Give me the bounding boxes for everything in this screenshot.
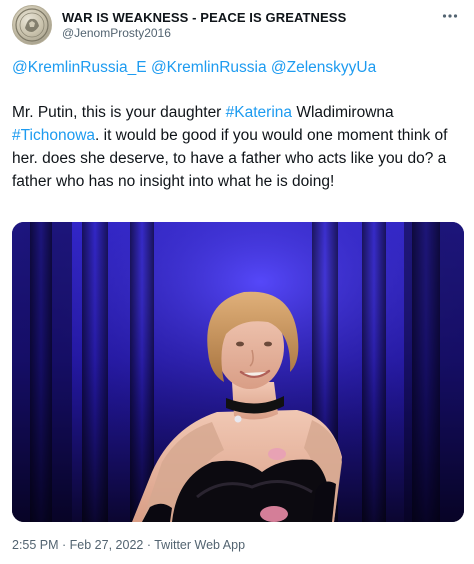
tweet-text: Mr. Putin, this is your daughter #Kateri… bbox=[12, 101, 464, 193]
author-handle[interactable]: @JenomProsty2016 bbox=[62, 26, 346, 41]
tweet-text-part: Wladimirowna bbox=[292, 104, 394, 121]
mentions-line: @KremlinRussia_E @KremlinRussia @Zelensk… bbox=[12, 58, 376, 78]
tweet-source[interactable]: Twitter Web App bbox=[154, 538, 245, 552]
mention-link[interactable]: @KremlinRussia bbox=[151, 59, 267, 76]
tweet-photo[interactable] bbox=[12, 222, 464, 522]
separator-dot: · bbox=[58, 538, 70, 552]
tweet-time[interactable]: 2:55 PM bbox=[12, 538, 59, 552]
ellipsis-icon bbox=[442, 14, 458, 18]
hashtag-link[interactable]: #Tichonowa bbox=[12, 127, 95, 144]
tweet-date[interactable]: Feb 27, 2022 bbox=[70, 538, 144, 552]
mention-link[interactable]: @ZelenskyyUa bbox=[271, 59, 376, 76]
author-display-name[interactable]: WAR IS WEAKNESS - PEACE IS GREATNESS bbox=[62, 10, 346, 26]
more-options-button[interactable] bbox=[436, 2, 464, 30]
avatar[interactable] bbox=[12, 5, 52, 45]
photo-of-woman-on-stage bbox=[12, 222, 464, 522]
separator-dot: · bbox=[143, 538, 155, 552]
tweet-header: WAR IS WEAKNESS - PEACE IS GREATNESS @Je… bbox=[12, 5, 346, 45]
mention-link[interactable]: @KremlinRussia_E bbox=[12, 59, 147, 76]
hashtag-link[interactable]: #Katerina bbox=[226, 104, 292, 121]
tweet-text-part: Mr. Putin, this is your daughter bbox=[12, 104, 226, 121]
author-names: WAR IS WEAKNESS - PEACE IS GREATNESS @Je… bbox=[62, 10, 346, 41]
tweet-card: WAR IS WEAKNESS - PEACE IS GREATNESS @Je… bbox=[0, 0, 474, 564]
tweet-metadata: 2:55 PM · Feb 27, 2022 · Twitter Web App bbox=[12, 538, 245, 552]
seal-avatar-icon bbox=[15, 8, 49, 42]
